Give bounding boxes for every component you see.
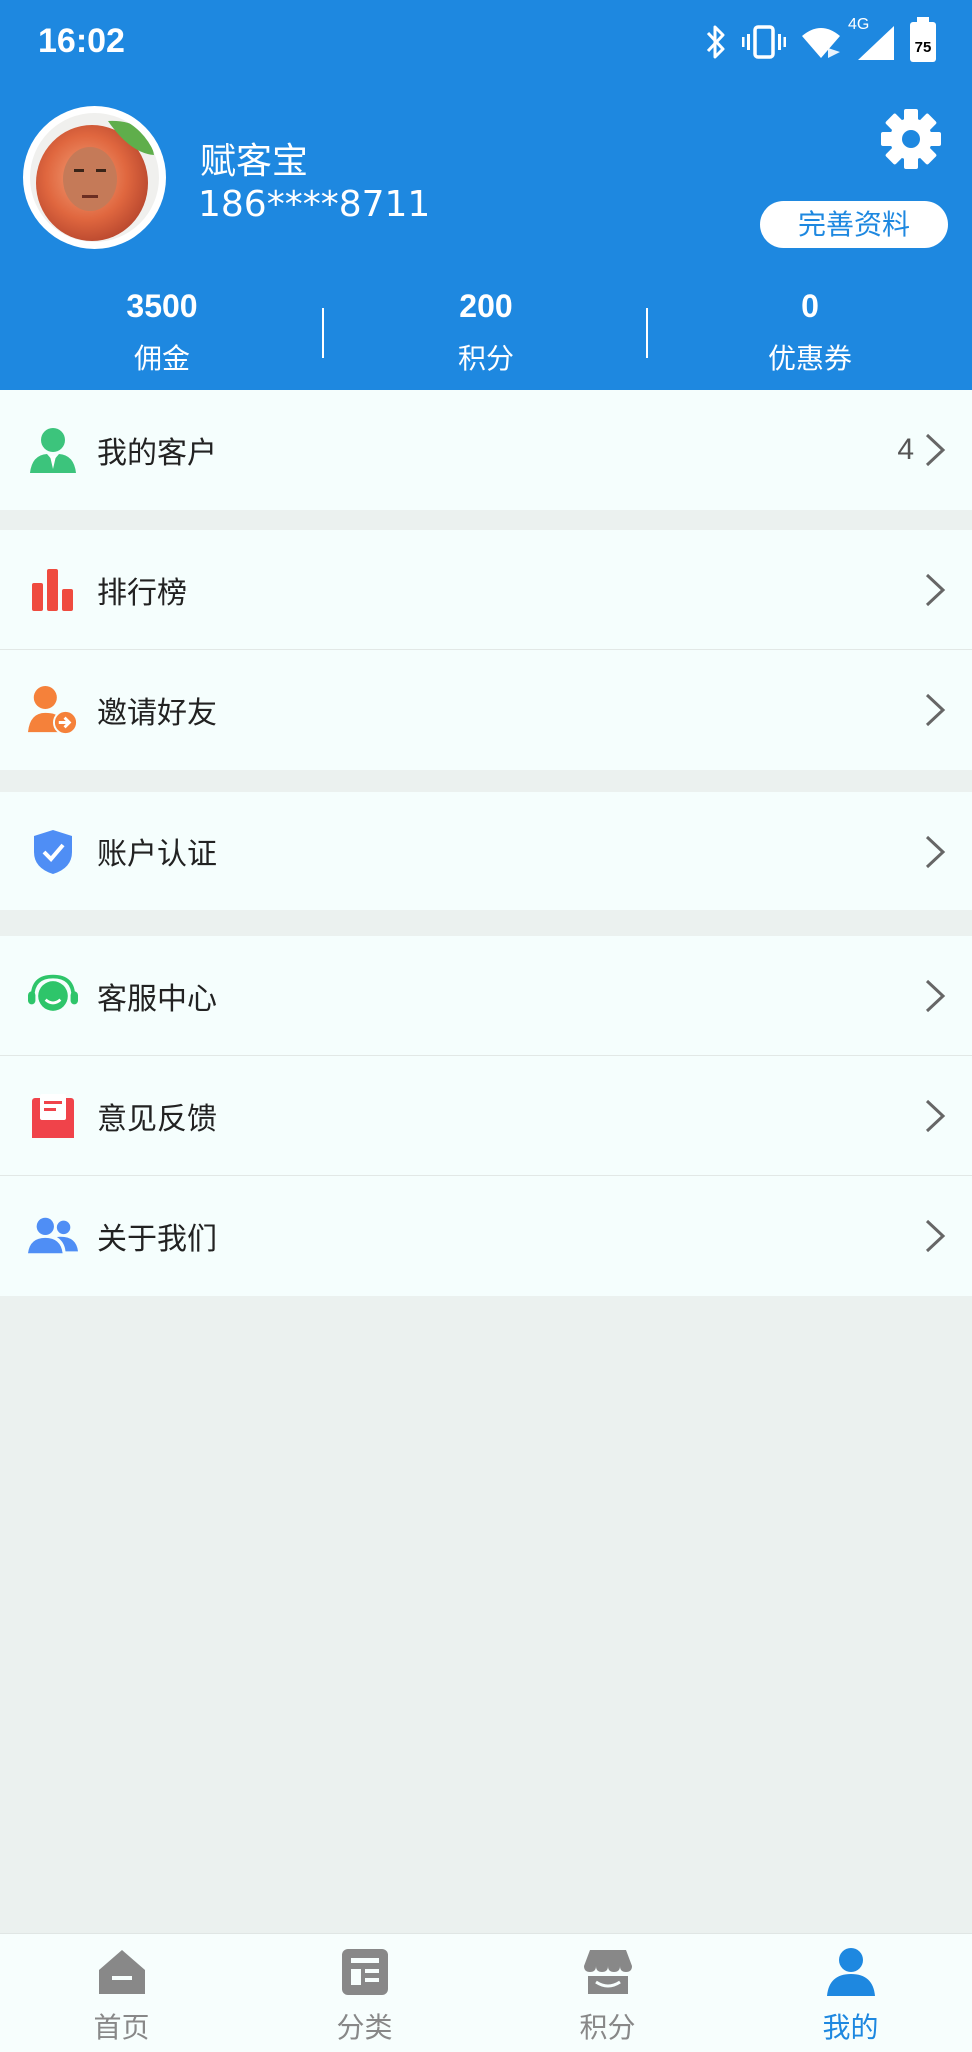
menu-item-label: 邀请好友	[97, 696, 217, 731]
store-icon	[584, 1950, 632, 1994]
menu-item-verify[interactable]: 账户认证	[0, 792, 972, 910]
category-icon	[342, 1949, 388, 1995]
menu-item-label: 我的客户	[97, 436, 217, 471]
battery-icon: 75	[910, 17, 936, 62]
chevron-right-icon	[925, 573, 946, 607]
tab-points[interactable]: 积分	[486, 1934, 729, 2052]
menu-group-growth: 排行榜 邀请好友	[0, 530, 972, 770]
stat-label: 优惠券	[767, 342, 852, 375]
chevron-right-icon	[925, 693, 946, 727]
tab-label: 我的	[822, 2011, 879, 2044]
stat-value: 200	[459, 288, 513, 324]
network-type: 4G	[848, 16, 870, 33]
status-time: 16:02	[38, 22, 125, 60]
status-icons: 4G 75	[704, 16, 936, 64]
menu-item-label: 关于我们	[97, 1222, 217, 1257]
menu-item-label: 排行榜	[97, 575, 187, 611]
headset-icon	[28, 969, 78, 1023]
tab-home[interactable]: 首页	[0, 1934, 243, 2052]
cell-signal-icon: 4G	[848, 16, 896, 62]
menu-group-help: 客服中心 意见反馈 关于我们	[0, 936, 972, 1296]
stat-points[interactable]: 200 积分	[324, 280, 648, 380]
customer-count: 4	[897, 433, 914, 466]
shield-check-icon	[28, 825, 78, 879]
chevron-right-icon	[925, 433, 946, 467]
tab-category[interactable]: 分类	[243, 1934, 486, 2052]
user-name: 赋客宝	[200, 141, 309, 182]
mail-icon	[28, 1089, 78, 1143]
menu-item-feedback[interactable]: 意见反馈	[0, 1056, 972, 1176]
tab-label: 积分	[579, 2011, 636, 2044]
chevron-right-icon	[925, 1099, 946, 1133]
stat-value: 3500	[126, 288, 198, 324]
stat-coupons[interactable]: 0 优惠券	[648, 280, 972, 380]
chevron-right-icon	[925, 835, 946, 869]
bar-chart-icon	[28, 563, 78, 617]
menu-item-label: 客服中心	[97, 981, 217, 1017]
customer-icon	[28, 423, 78, 477]
tab-label: 分类	[336, 2011, 393, 2044]
group-icon	[28, 1209, 78, 1263]
home-icon	[99, 1950, 145, 1994]
vibrate-icon	[742, 25, 786, 59]
stat-label: 积分	[457, 342, 514, 375]
menu-item-invite[interactable]: 邀请好友	[0, 650, 972, 770]
battery-level: 75	[914, 39, 932, 56]
menu-item-ranking[interactable]: 排行榜	[0, 530, 972, 650]
bottom-tab-bar: 首页 分类 积分 我的	[0, 1933, 972, 2052]
chevron-right-icon	[925, 979, 946, 1013]
settings-gear-icon[interactable]	[880, 108, 942, 170]
tab-mine[interactable]: 我的	[729, 1934, 972, 2052]
stat-value: 0	[801, 288, 819, 324]
invite-icon	[28, 683, 78, 737]
stats-bar: 3500 佣金 200 积分 0 优惠券	[0, 280, 972, 380]
user-phone: 186****8711	[198, 184, 431, 225]
avatar-image	[30, 113, 159, 242]
complete-profile-button[interactable]: 完善资料	[760, 201, 948, 248]
profile-header: 16:02 4G 75 赋客宝 186****8711 完善资料 3500 佣金…	[0, 0, 972, 390]
stat-label: 佣金	[133, 342, 190, 375]
chevron-right-icon	[925, 1219, 946, 1253]
menu-item-about[interactable]: 关于我们	[0, 1176, 972, 1296]
tab-label: 首页	[93, 2011, 150, 2044]
bluetooth-icon	[706, 25, 725, 59]
menu-group-account: 账户认证	[0, 792, 972, 910]
menu-item-label: 账户认证	[97, 837, 217, 872]
user-icon	[827, 1948, 875, 1996]
stat-commission[interactable]: 3500 佣金	[0, 280, 324, 380]
menu-item-label: 意见反馈	[97, 1101, 217, 1137]
wifi-icon	[802, 28, 840, 58]
avatar[interactable]	[23, 106, 166, 249]
menu-group-customers: 我的客户 4	[0, 390, 972, 510]
menu-item-support[interactable]: 客服中心	[0, 936, 972, 1056]
menu-item-customers[interactable]: 我的客户 4	[0, 390, 972, 510]
